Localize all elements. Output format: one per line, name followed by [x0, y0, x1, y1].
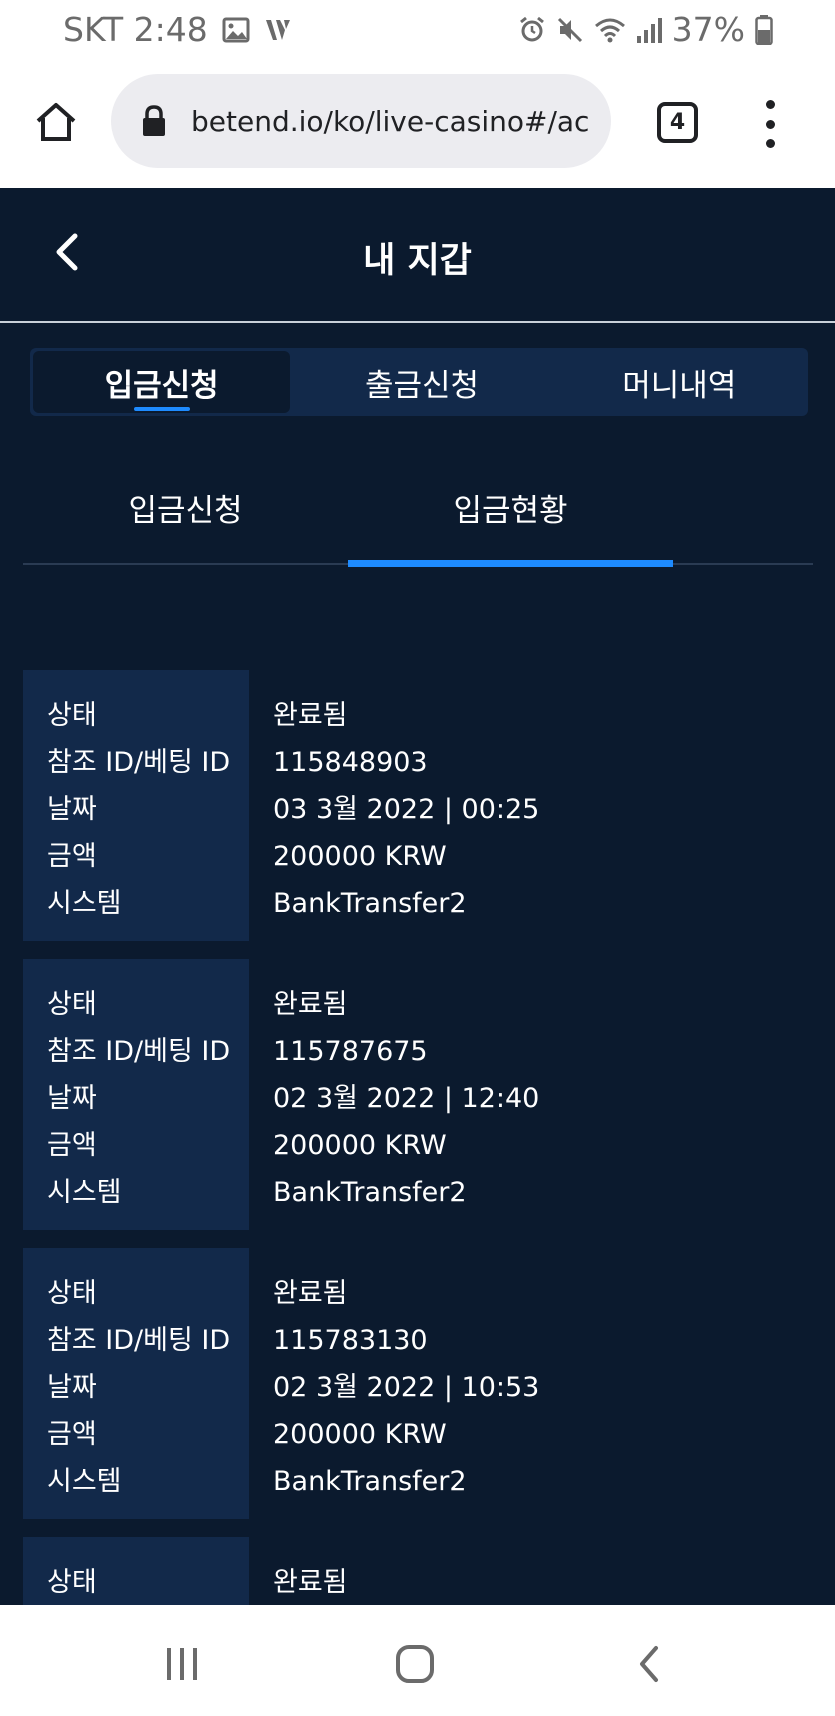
record-values: 완료됨 115783130 02 3월 2022 | 10:53 200000 … [249, 1248, 539, 1519]
ref-id-value: 115848903 [273, 747, 428, 778]
lock-icon [141, 105, 171, 137]
deposit-records-list: 상태 참조 ID/베팅 ID 날짜 금액 시스템 완료됨 115848903 0… [23, 670, 813, 1605]
tab-label: 머니내역 [622, 367, 737, 404]
tab-money-history[interactable]: 머니내역 [551, 348, 808, 416]
subtab-deposit-status[interactable]: 입금현황 [348, 450, 673, 567]
ref-id-label: 참조 ID/베팅 ID [47, 747, 231, 778]
date-value: 02 3월 2022 | 10:53 [273, 1372, 540, 1403]
ref-id-value: 115787675 [273, 1036, 428, 1067]
system-value: BankTransfer2 [273, 1466, 467, 1497]
system-label: 시스템 [47, 1177, 122, 1208]
tabs-icon[interactable]: 4 [657, 102, 698, 143]
battery-percent: 37% [671, 10, 745, 49]
active-tab-indicator [133, 407, 190, 411]
status-label: 상태 [47, 989, 97, 1020]
record-labels: 상태 참조 ID/베팅 ID 날짜 금액 시스템 [23, 959, 249, 1230]
active-subtab-indicator [348, 560, 673, 567]
subtab-label: 입금신청 [128, 493, 243, 529]
tab-label: 입금신청 [104, 367, 219, 404]
more-vert-icon[interactable] [760, 100, 780, 148]
v-app-icon [264, 17, 292, 43]
record-values: 완료됨 115787675 02 3월 2022 | 12:40 200000 … [249, 959, 539, 1230]
signal-icon [636, 16, 662, 44]
sub-tabs: 입금신청 입금현황 [23, 450, 813, 567]
url-text: betend.io/ko/live-casino#/acco [191, 104, 591, 138]
deposit-record: 상태 참조 ID/베팅 ID 날짜 금액 시스템 완료됨 115848903 0… [23, 670, 813, 941]
system-nav-bar [0, 1605, 835, 1716]
date-label: 날짜 [47, 1083, 97, 1114]
home-icon[interactable] [32, 98, 80, 146]
status-label: 상태 [47, 1278, 97, 1309]
status-label: 상태 [47, 1567, 97, 1598]
amount-label: 금액 [47, 841, 97, 872]
system-label: 시스템 [47, 888, 122, 919]
mute-icon [556, 16, 584, 44]
date-label: 날짜 [47, 794, 97, 825]
battery-icon [755, 14, 773, 45]
amount-value: 200000 KRW [273, 1130, 447, 1161]
system-value: BankTransfer2 [273, 1177, 467, 1208]
tab-withdraw-request[interactable]: 출금신청 [293, 348, 550, 416]
deposit-record: 상태 참조 ID/베팅 ID 날짜 금액 시스템 완료됨 115783130 0… [23, 1248, 813, 1519]
main-tabs: 입금신청 출금신청 머니내역 [30, 348, 808, 416]
subtab-deposit-request[interactable]: 입금신청 [23, 450, 348, 565]
carrier-time: SKT 2:48 [63, 10, 208, 49]
amount-value: 200000 KRW [273, 1419, 447, 1450]
ref-id-value: 115783130 [273, 1325, 428, 1356]
date-value: 02 3월 2022 | 12:40 [273, 1083, 540, 1114]
amount-label: 금액 [47, 1130, 97, 1161]
home-nav-icon[interactable] [391, 1640, 439, 1688]
ref-id-label: 참조 ID/베팅 ID [47, 1036, 231, 1067]
back-nav-icon[interactable] [625, 1640, 673, 1688]
alarm-icon [518, 16, 546, 44]
gallery-icon [222, 17, 250, 43]
ref-id-label: 참조 ID/베팅 ID [47, 1325, 231, 1356]
status-value: 완료됨 [273, 989, 348, 1020]
tab-count: 4 [669, 110, 686, 135]
status-value: 완료됨 [273, 1278, 348, 1309]
system-value: BankTransfer2 [273, 888, 467, 919]
date-label: 날짜 [47, 1372, 97, 1403]
amount-label: 금액 [47, 1419, 97, 1450]
wallet-page: 내 지갑 입금신청 출금신청 머니내역 입금신청 입금현황 상태 참조 ID/베… [0, 188, 835, 1605]
status-value: 완료됨 [273, 1567, 348, 1598]
recents-icon[interactable] [158, 1640, 206, 1688]
page-header: 내 지갑 [0, 188, 835, 323]
wifi-icon [594, 16, 626, 44]
tab-deposit-request[interactable]: 입금신청 [33, 351, 291, 413]
deposit-record: 상태 완료됨 [23, 1537, 813, 1605]
browser-toolbar: betend.io/ko/live-casino#/acco 4 [0, 60, 835, 188]
status-label: 상태 [47, 700, 97, 731]
record-labels: 상태 참조 ID/베팅 ID 날짜 금액 시스템 [23, 670, 249, 941]
status-value: 완료됨 [273, 700, 348, 731]
status-bar: SKT 2:48 37% [0, 0, 835, 60]
page-title: 내 지갑 [363, 241, 472, 281]
address-bar[interactable]: betend.io/ko/live-casino#/acco [111, 74, 611, 168]
record-values: 완료됨 [249, 1537, 348, 1605]
record-values: 완료됨 115848903 03 3월 2022 | 00:25 200000 … [249, 670, 539, 941]
amount-value: 200000 KRW [273, 841, 447, 872]
system-label: 시스템 [47, 1466, 122, 1497]
tab-label: 출금신청 [364, 367, 480, 404]
subtab-label: 입금현황 [453, 493, 568, 529]
date-value: 03 3월 2022 | 00:25 [273, 794, 540, 825]
record-labels: 상태 [23, 1537, 249, 1605]
record-labels: 상태 참조 ID/베팅 ID 날짜 금액 시스템 [23, 1248, 249, 1519]
deposit-record: 상태 참조 ID/베팅 ID 날짜 금액 시스템 완료됨 115787675 0… [23, 959, 813, 1230]
